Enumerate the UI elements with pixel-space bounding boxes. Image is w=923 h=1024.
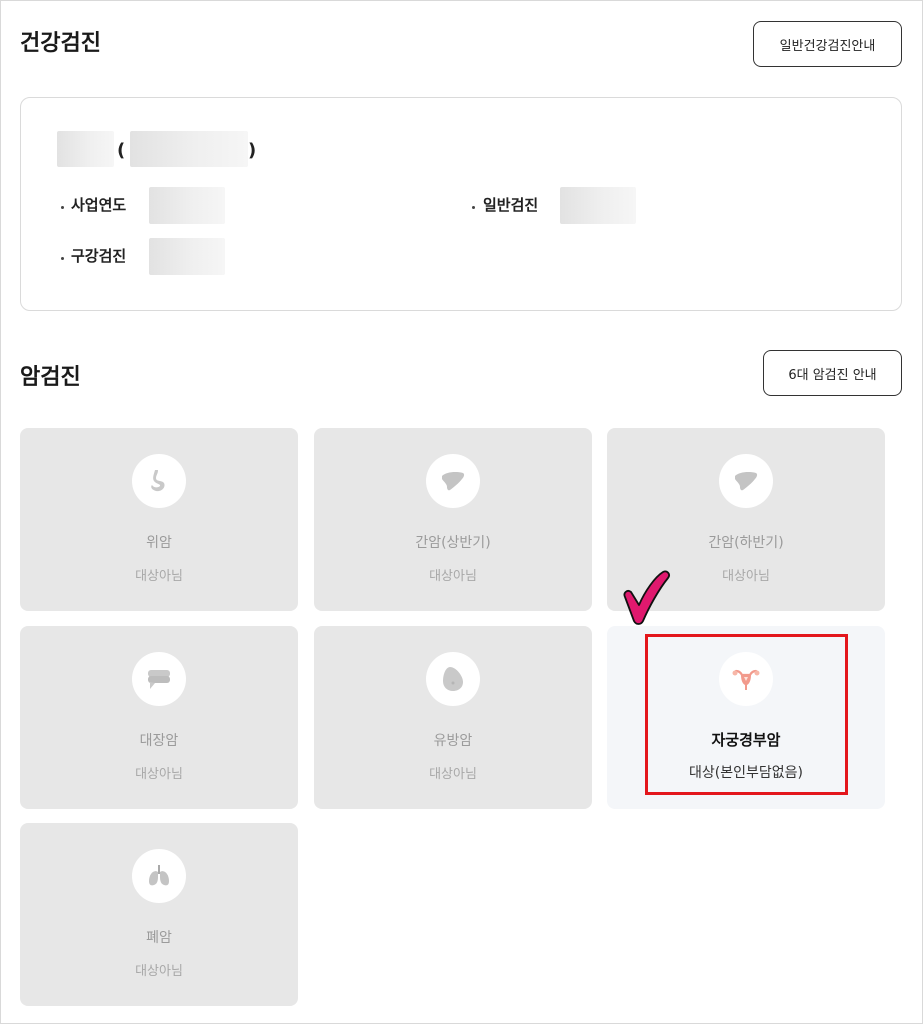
colon-icon: [132, 652, 186, 706]
card-name: 폐암: [146, 930, 172, 946]
card-status: 대상아님: [135, 767, 183, 782]
card-name: 대장암: [139, 733, 179, 749]
card-status: 대상아님: [429, 767, 477, 782]
check-mark-icon: [623, 570, 670, 625]
card-name: 유방암: [433, 733, 473, 749]
masked-oral-checkup: [149, 238, 225, 275]
breast-icon: [426, 652, 480, 706]
card-name: 간암(하반기): [708, 535, 784, 551]
liver-icon: [426, 454, 480, 508]
cancer-card-stomach[interactable]: 위암 대상아님: [20, 428, 298, 611]
liver-icon: [719, 454, 773, 508]
cancer-checkup-title: 암검진: [20, 365, 81, 390]
bullet-dot: [61, 257, 64, 260]
highlight-box: [645, 634, 848, 795]
card-status: 대상아님: [135, 569, 183, 584]
masked-general-checkup: [560, 187, 636, 224]
card-status: 대상아님: [135, 964, 183, 979]
stomach-icon: [132, 454, 186, 508]
masked-id: [130, 131, 248, 167]
bullet-dot: [61, 206, 64, 209]
card-name: 간암(상반기): [415, 535, 491, 551]
close-paren: ): [248, 140, 257, 161]
masked-name: [57, 131, 114, 167]
general-checkup-guide-button[interactable]: 일반건강검진안내: [753, 21, 902, 67]
general-checkup-label: 일반검진: [483, 196, 539, 214]
lungs-icon: [132, 849, 186, 903]
business-year-label: 사업연도: [71, 196, 127, 214]
cancer-card-breast[interactable]: 유방암 대상아님: [314, 626, 592, 809]
oral-checkup-label: 구강검진: [71, 247, 127, 265]
open-paren: (: [117, 140, 126, 161]
cancer-card-liver-first-half[interactable]: 간암(상반기) 대상아님: [314, 428, 592, 611]
bullet-dot: [472, 206, 475, 209]
six-cancer-guide-button[interactable]: 6대 암검진 안내: [763, 350, 902, 396]
checkup-info-box: ( ) 사업연도 일반검진 구강검진: [20, 97, 902, 311]
cancer-card-colon[interactable]: 대장암 대상아님: [20, 626, 298, 809]
health-checkup-title: 건강검진: [20, 31, 101, 56]
masked-business-year: [149, 187, 225, 224]
card-status: 대상아님: [429, 569, 477, 584]
card-name: 위암: [146, 535, 172, 551]
page-frame: 건강검진 일반건강검진안내 ( ) 사업연도 일반검진 구강검진 암검진 6대 …: [0, 0, 923, 1024]
cancer-card-lung[interactable]: 폐암 대상아님: [20, 823, 298, 1006]
